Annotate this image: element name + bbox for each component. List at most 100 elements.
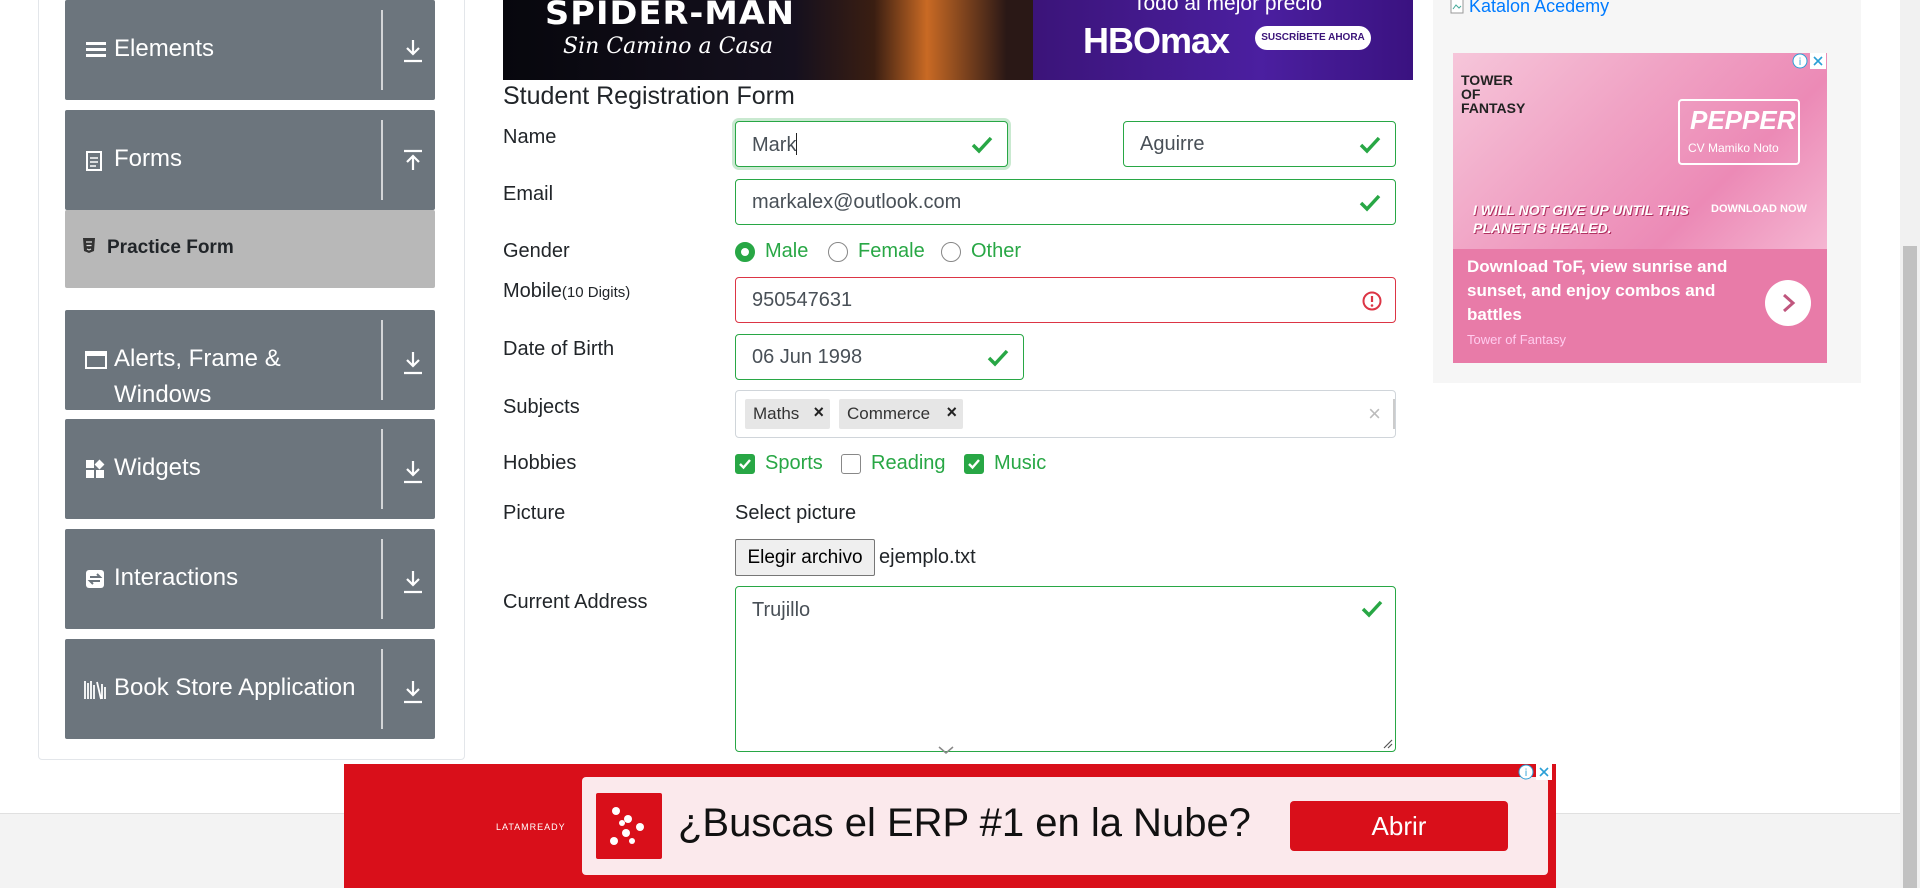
- download-icon[interactable]: [401, 569, 425, 595]
- checkmark-icon: [968, 459, 980, 470]
- adchoices-icon[interactable]: i: [1792, 53, 1808, 69]
- sidebar-group-widgets[interactable]: Widgets: [65, 419, 435, 519]
- subject-tag: Maths ×: [745, 399, 830, 429]
- check-icon: [1359, 136, 1381, 154]
- download-icon[interactable]: [401, 459, 425, 485]
- picture-label: Picture: [503, 502, 566, 524]
- subjects-input[interactable]: Maths × Commerce × ×: [735, 390, 1396, 438]
- checkbox-label: Music: [994, 452, 1047, 474]
- latamready-logo: LATAMREADY: [496, 822, 566, 832]
- ad-movie-subtitle: Sin Camino a Casa: [563, 34, 773, 59]
- sidebar-group-book-store[interactable]: Book Store Application: [65, 639, 435, 739]
- close-ad-icon[interactable]: [1810, 53, 1826, 69]
- check-icon: [1361, 600, 1383, 618]
- sidebar-group-elements[interactable]: Elements: [65, 0, 435, 100]
- email-input[interactable]: markalex@outlook.com: [735, 179, 1396, 225]
- download-icon[interactable]: [401, 38, 425, 64]
- bottom-banner-ad[interactable]: LATAMREADY ¿Buscas el ERP #1 en la Nube?…: [344, 764, 1556, 888]
- resize-grip-icon[interactable]: [1381, 737, 1393, 749]
- window-icon: [85, 350, 107, 374]
- svg-text:i: i: [1525, 768, 1528, 779]
- sidebar-group-label: Elements: [114, 35, 215, 62]
- ad-movie-title: SPIDER-MAN: [545, 0, 796, 32]
- radio-dot: [735, 242, 755, 262]
- address-value: Trujillo: [752, 599, 811, 621]
- broken-image-link[interactable]: Katalon Acedemy: [1450, 0, 1609, 17]
- ad-quote: I WILL NOT GIVE UP UNTIL THIS PLANET IS …: [1473, 202, 1689, 236]
- choose-file-button[interactable]: Elegir archivo: [735, 539, 875, 576]
- radio-label: Male: [765, 240, 809, 262]
- first-name-input[interactable]: Mark: [735, 121, 1008, 167]
- dob-input[interactable]: 06 Jun 1998: [735, 334, 1024, 380]
- text-cursor: [796, 133, 798, 155]
- selected-file-name: ejemplo.txt: [879, 546, 976, 568]
- clear-icon[interactable]: ×: [1368, 401, 1381, 427]
- sidebar-item-practice-form[interactable]: Practice Form: [65, 210, 435, 288]
- current-address-textarea[interactable]: Trujillo: [735, 586, 1396, 752]
- top-banner-ad[interactable]: SPIDER-MAN Sin Camino a Casa Todo al mej…: [503, 0, 1413, 80]
- subject-tag-label: Maths: [753, 404, 800, 423]
- remove-tag-icon[interactable]: ×: [813, 402, 824, 423]
- character-card: PEPPER CV Mamiko Noto: [1678, 99, 1800, 165]
- check-icon: [971, 136, 993, 154]
- upload-icon[interactable]: [401, 148, 425, 174]
- sidebar-group-alerts[interactable]: Alerts, Frame & Windows: [65, 310, 435, 410]
- ad-next-button[interactable]: [1765, 280, 1811, 326]
- open-button[interactable]: Abrir: [1290, 801, 1508, 851]
- check-icon: [1359, 194, 1381, 212]
- ad-promo-text: Todo al mejor precio: [1133, 0, 1323, 15]
- movie-ad-art: SPIDER-MAN Sin Camino a Casa: [503, 0, 1033, 80]
- mobile-hint: (10 Digits): [561, 284, 631, 301]
- tower-of-fantasy-ad[interactable]: TOWER OF FANTASY PEPPER CV Mamiko Noto I…: [1453, 53, 1827, 363]
- download-now-label: DOWNLOAD NOW: [1711, 203, 1807, 215]
- check-icon: [987, 349, 1009, 367]
- interactions-icon: [85, 569, 105, 593]
- sidebar-item-label: Practice Form: [107, 237, 234, 258]
- ad-artwork: TOWER OF FANTASY PEPPER CV Mamiko Noto I…: [1453, 53, 1827, 249]
- hamburger-icon: [85, 38, 107, 64]
- broken-image-icon: [1450, 0, 1464, 14]
- mobile-label-text: Mobile: [503, 280, 562, 302]
- hbomax-logo: HBOmax: [1083, 20, 1230, 61]
- ad-advertiser: Tower of Fantasy: [1467, 332, 1566, 347]
- ad-content: ¿Buscas el ERP #1 en la Nube? Abrir: [582, 777, 1548, 875]
- close-ad-icon[interactable]: [1536, 764, 1552, 780]
- scrollbar-thumb[interactable]: [1903, 246, 1917, 888]
- game-logo: TOWER OF FANTASY: [1461, 72, 1526, 116]
- mobile-label: Mobile(10 Digits): [503, 280, 630, 303]
- email-label: Email: [503, 183, 554, 205]
- sidebar-group-forms[interactable]: Forms: [65, 110, 435, 210]
- hbo-ad-panel: Todo al mejor precio HBOmax SUSCRÍBETE A…: [1033, 0, 1413, 80]
- brand-mark-icon: [596, 793, 662, 859]
- email-value: markalex@outlook.com: [752, 191, 962, 213]
- chevron-right-icon: [1783, 293, 1796, 313]
- sidebar-group-label: Forms: [114, 145, 182, 172]
- subject-tag-label: Commerce: [847, 404, 931, 423]
- page: Elements Forms Practice Form Alerts, Fra…: [0, 0, 1920, 888]
- remove-tag-icon[interactable]: ×: [946, 402, 957, 423]
- subscribe-button[interactable]: SUSCRÍBETE AHORA: [1255, 26, 1371, 50]
- sidebar-group-interactions[interactable]: Interactions: [65, 529, 435, 629]
- chevron-down-icon[interactable]: [937, 744, 955, 756]
- dob-label: Date of Birth: [503, 338, 615, 360]
- separator: [381, 320, 383, 400]
- checkmark-icon: [739, 459, 751, 470]
- checkbox-box: [841, 454, 861, 474]
- download-icon[interactable]: [401, 679, 425, 705]
- name-label: Name: [503, 126, 557, 148]
- download-icon[interactable]: [401, 350, 425, 376]
- radio-dot: [828, 242, 848, 262]
- separator: [1393, 399, 1395, 429]
- gender-label: Gender: [503, 240, 570, 262]
- mobile-input[interactable]: 950547631: [735, 277, 1396, 323]
- character-name: PEPPER: [1690, 105, 1796, 135]
- checkbox-box: [735, 454, 755, 474]
- separator: [381, 120, 383, 200]
- last-name-value: Aguirre: [1140, 133, 1205, 155]
- last-name-input[interactable]: Aguirre: [1123, 121, 1396, 167]
- separator: [381, 539, 383, 619]
- sidebar-group-label: Widgets: [114, 454, 201, 481]
- adchoices-icon[interactable]: i: [1518, 764, 1534, 780]
- checkbox-label: Sports: [765, 452, 823, 474]
- books-icon: [83, 679, 107, 705]
